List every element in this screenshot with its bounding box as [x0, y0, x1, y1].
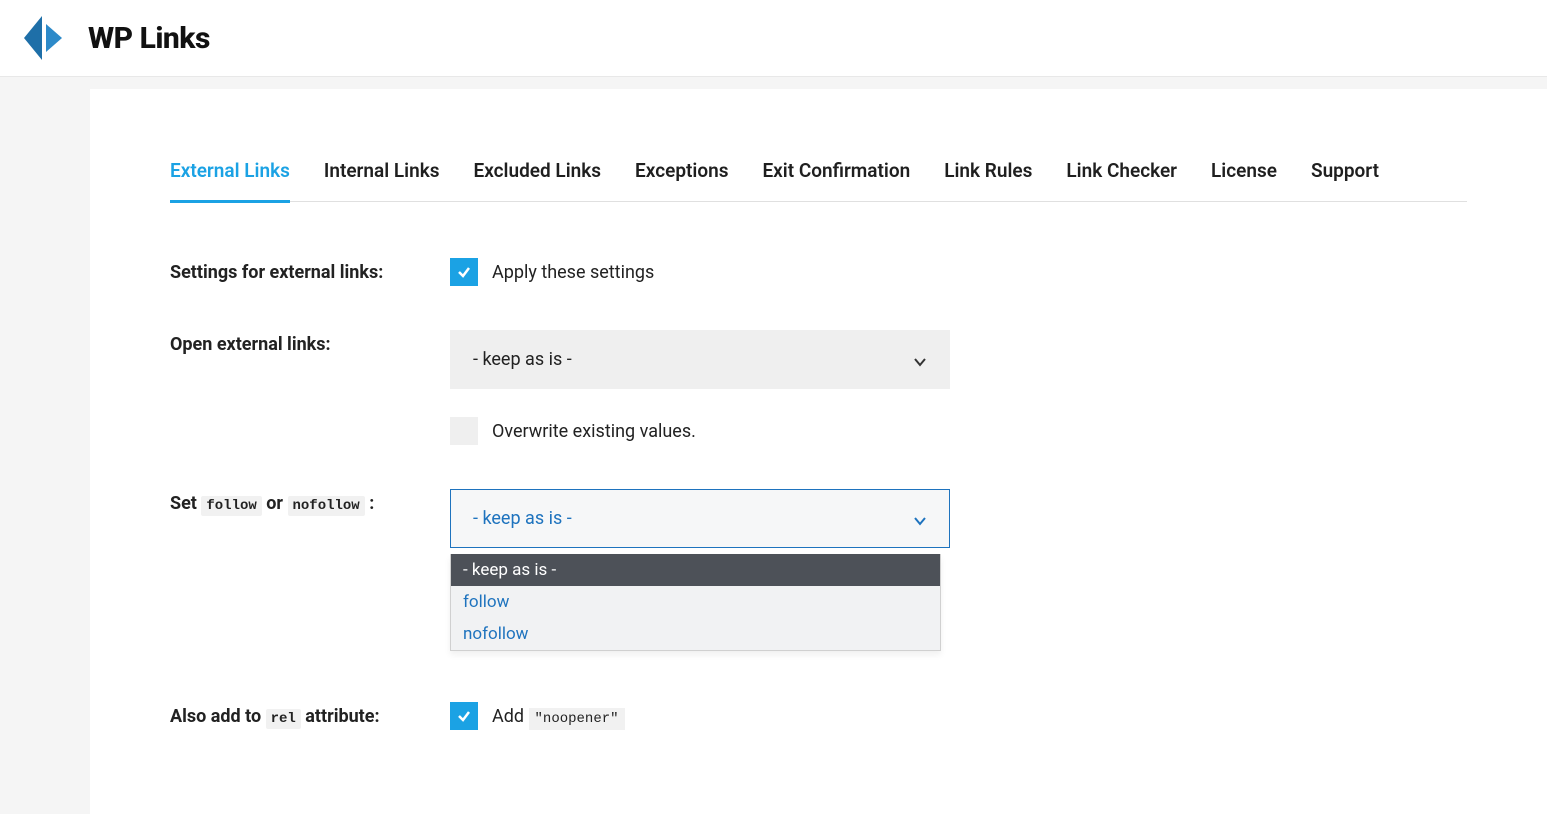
checkbox-overwrite[interactable]: Overwrite existing values.: [450, 417, 1000, 445]
checkbox-apply-settings-label: Apply these settings: [492, 262, 654, 283]
tab-exceptions[interactable]: Exceptions: [635, 159, 728, 203]
tab-excluded-links[interactable]: Excluded Links: [474, 159, 602, 203]
option-keep-as-is[interactable]: - keep as is -: [451, 554, 940, 586]
chevron-down-icon: [913, 512, 927, 526]
select-follow-value: - keep as is -: [473, 508, 572, 529]
settings-panel: External Links Internal Links Excluded L…: [90, 89, 1547, 814]
label-follow-or: or: [262, 493, 288, 514]
label-follow: Set follow or nofollow :: [170, 489, 450, 514]
row-follow: Set follow or nofollow : - keep as is - …: [170, 489, 1467, 548]
label-follow-post: :: [365, 493, 375, 514]
label-follow-pre: Set: [170, 493, 201, 514]
checkbox-apply-settings[interactable]: Apply these settings: [450, 258, 1000, 286]
select-follow[interactable]: - keep as is -: [450, 489, 950, 548]
tab-bar: External Links Internal Links Excluded L…: [170, 159, 1467, 202]
rel-add-text: Add: [492, 706, 529, 727]
tab-exit-confirmation[interactable]: Exit Confirmation: [762, 159, 910, 203]
code-nofollow: nofollow: [288, 496, 365, 516]
checkbox-noopener-box[interactable]: [450, 702, 478, 730]
checkbox-overwrite-box[interactable]: [450, 417, 478, 445]
check-icon: [456, 708, 472, 724]
row-rel-attribute: Also add to rel attribute: Add "noopener…: [170, 702, 1467, 730]
label-apply-settings: Settings for external links:: [170, 258, 450, 283]
row-open-links: Open external links: - keep as is - Over…: [170, 330, 1467, 445]
app-header: WP Links: [0, 0, 1547, 77]
tab-support[interactable]: Support: [1311, 159, 1379, 203]
checkbox-overwrite-label: Overwrite existing values.: [492, 421, 696, 442]
row-apply-settings: Settings for external links: Apply these…: [170, 258, 1467, 286]
label-rel: Also add to rel attribute:: [170, 702, 450, 727]
code-rel: rel: [266, 709, 301, 729]
checkbox-noopener[interactable]: Add "noopener": [450, 702, 1000, 730]
option-nofollow[interactable]: nofollow: [451, 618, 940, 650]
select-open-links[interactable]: - keep as is -: [450, 330, 950, 389]
select-follow-dropdown: - keep as is - follow nofollow: [450, 554, 941, 651]
tab-external-links[interactable]: External Links: [170, 159, 290, 203]
select-open-links-value: - keep as is -: [473, 349, 572, 370]
check-icon: [456, 264, 472, 280]
label-open-links: Open external links:: [170, 330, 450, 355]
option-follow[interactable]: follow: [451, 586, 940, 618]
logo-icon: [18, 12, 70, 64]
chevron-down-icon: [913, 353, 927, 367]
main-area: External Links Internal Links Excluded L…: [0, 77, 1547, 814]
code-noopener: "noopener": [529, 708, 625, 730]
tab-link-checker[interactable]: Link Checker: [1066, 159, 1177, 203]
tab-license[interactable]: License: [1211, 159, 1277, 203]
checkbox-noopener-label: Add "noopener": [492, 706, 625, 727]
code-follow: follow: [201, 496, 261, 516]
label-rel-pre: Also add to: [170, 706, 266, 727]
checkbox-apply-settings-box[interactable]: [450, 258, 478, 286]
tab-internal-links[interactable]: Internal Links: [324, 159, 440, 203]
tab-link-rules[interactable]: Link Rules: [944, 159, 1032, 203]
label-rel-post: attribute:: [301, 706, 380, 727]
logo-text: WP Links: [88, 21, 210, 56]
logo: WP Links: [18, 12, 1529, 64]
